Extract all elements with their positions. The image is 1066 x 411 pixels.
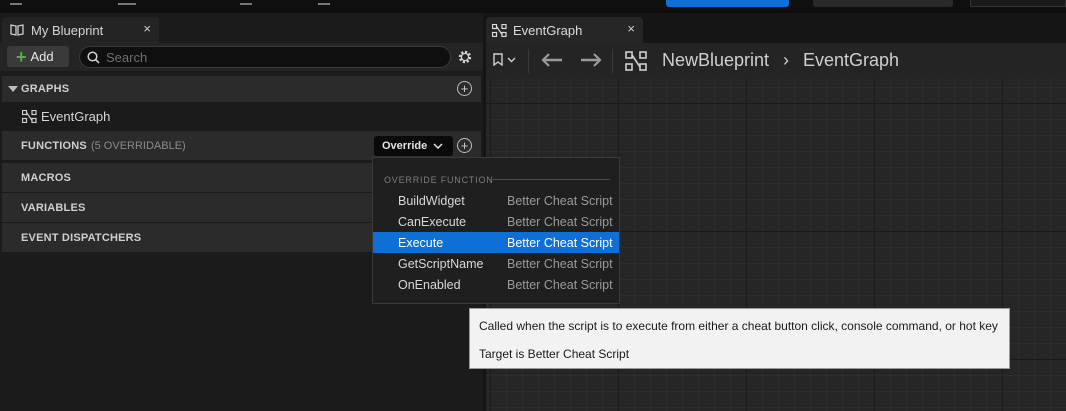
close-icon[interactable]: × (627, 21, 635, 36)
menu-item[interactable]: CanExecute Better Cheat Script (373, 211, 619, 232)
function-tooltip: Called when the script is to execute fro… (469, 308, 1010, 369)
menu-item-name: Execute (398, 235, 444, 250)
graph-item-label: EventGraph (41, 108, 111, 124)
search-input[interactable] (106, 49, 426, 65)
graph-icon (625, 51, 647, 71)
section-functions[interactable]: FUNCTIONS (5 OVERRIDABLE) Override + (2, 131, 481, 160)
strip-mark (240, 0, 252, 5)
add-label: Add (30, 49, 54, 64)
forward-arrow-icon[interactable] (580, 52, 602, 68)
breadcrumb-separator: › (783, 50, 789, 70)
separator (528, 49, 529, 73)
menu-item-selected[interactable]: Execute Better Cheat Script (373, 232, 619, 253)
collapse-arrow-icon (8, 86, 18, 92)
section-label: VARIABLES (21, 201, 86, 214)
breadcrumb-current[interactable]: EventGraph (803, 50, 899, 71)
section-label: MACROS (21, 171, 72, 184)
menu-item[interactable]: GetScriptName Better Cheat Script (373, 253, 619, 274)
menu-item-name: GetScriptName (398, 256, 484, 271)
tab-label: EventGraph (513, 22, 583, 38)
section-label: GRAPHS (21, 83, 70, 95)
back-arrow-icon[interactable] (541, 52, 563, 68)
search-icon (87, 50, 100, 64)
gear-icon[interactable] (456, 48, 474, 66)
strip-mark (118, 0, 136, 5)
book-icon (10, 24, 24, 36)
blueprint-toolbar: + Add (0, 43, 483, 71)
toolbar-field[interactable] (970, 0, 1066, 7)
chevron-down-icon (433, 143, 443, 149)
menu-item-owner: Better Cheat Script (507, 277, 613, 292)
graph-icon (22, 109, 37, 123)
tab-label: My Blueprint (31, 22, 104, 38)
section-label: EVENT DISPATCHERS (21, 231, 142, 244)
plus-circle-icon[interactable]: + (457, 138, 472, 153)
bookmark-menu[interactable] (493, 53, 520, 66)
graph-icon (492, 23, 507, 37)
tab-row: My Blueprint × (0, 17, 483, 43)
breadcrumb-root[interactable]: NewBlueprint (662, 50, 769, 71)
menu-item-name: OnEnabled (398, 277, 461, 292)
toolbar-combo[interactable] (813, 0, 953, 7)
override-dropdown-button[interactable]: Override (374, 136, 453, 156)
menu-item-name: CanExecute (398, 214, 467, 229)
plus-icon: + (16, 46, 27, 67)
separator (612, 49, 613, 73)
section-graphs[interactable]: GRAPHS + (2, 76, 481, 102)
override-function-menu: OVERRIDE FUNCTION BuildWidget Better Che… (372, 157, 620, 304)
menu-item-owner: Better Cheat Script (507, 193, 613, 208)
close-icon[interactable]: × (143, 21, 151, 36)
play-button[interactable] (666, 0, 789, 7)
menu-item-owner: Better Cheat Script (507, 214, 613, 229)
menu-item-name: BuildWidget (398, 193, 465, 208)
tab-eventgraph[interactable]: EventGraph × (486, 17, 643, 43)
menu-item[interactable]: BuildWidget Better Cheat Script (373, 190, 619, 211)
tooltip-target: Target is Better Cheat Script (479, 347, 630, 361)
section-sublabel: (5 OVERRIDABLE) (90, 139, 186, 152)
bookmark-icon (493, 53, 503, 66)
menu-item-owner: Better Cheat Script (507, 256, 613, 271)
top-strip (0, 0, 1066, 13)
tab-my-blueprint[interactable]: My Blueprint × (2, 17, 159, 43)
chevron-down-icon (507, 57, 516, 62)
strip-mark (318, 0, 330, 5)
menu-divider (490, 179, 610, 180)
strip-mark (10, 0, 22, 5)
add-button[interactable]: + Add (7, 46, 69, 67)
tooltip-description: Called when the script is to execute fro… (479, 319, 998, 333)
section-label: FUNCTIONS (21, 139, 87, 152)
graph-toolbar: NewBlueprint › EventGraph (486, 43, 1066, 79)
menu-header: OVERRIDE FUNCTION (384, 175, 494, 185)
menu-item-owner: Better Cheat Script (507, 235, 613, 250)
menu-item[interactable]: OnEnabled Better Cheat Script (373, 274, 619, 295)
plus-circle-icon[interactable]: + (457, 81, 472, 96)
graph-item-eventgraph[interactable]: EventGraph (2, 102, 481, 130)
override-label: Override (382, 140, 428, 152)
search-field[interactable] (79, 46, 451, 68)
